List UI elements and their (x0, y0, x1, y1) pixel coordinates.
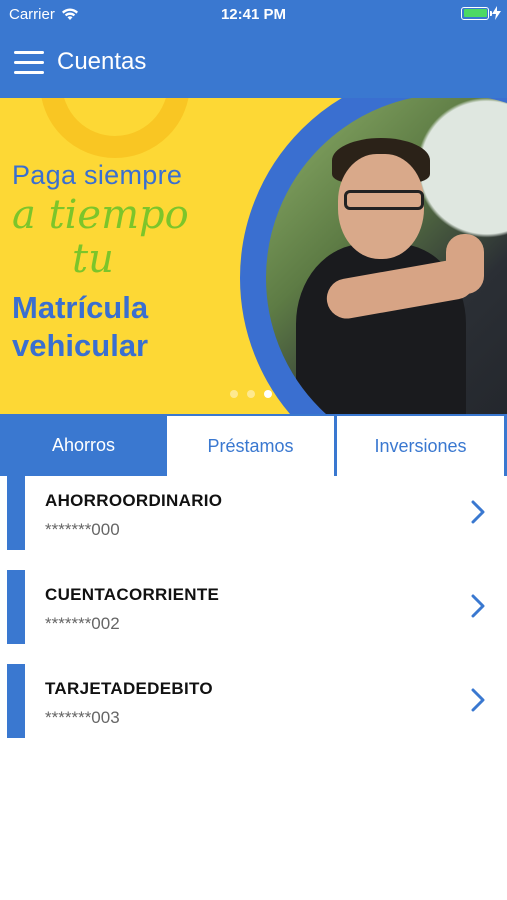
tab-ahorros[interactable]: Ahorros (0, 414, 167, 476)
banner-text: Paga siempre a tiempo tu Matrícula vehic… (12, 160, 222, 365)
carousel-dot-2[interactable] (247, 390, 255, 398)
account-number: *******000 (45, 520, 120, 539)
account-number: *******003 (45, 708, 120, 727)
carousel-dot-3[interactable] (264, 390, 272, 398)
navigation-bar: Cuentas (0, 30, 507, 98)
hamburger-menu-icon[interactable] (14, 51, 44, 75)
chevron-right-icon[interactable] (471, 688, 485, 712)
chevron-right-icon[interactable] (471, 594, 485, 618)
banner-line-1: Paga siempre (12, 160, 183, 190)
carousel-page-indicator[interactable] (230, 390, 272, 398)
status-bar: Carrier 12:41 PM (0, 0, 507, 30)
banner-line-2: a tiempo (12, 192, 189, 238)
list-item[interactable]: AHORROORDINARIO *******000 (0, 476, 507, 570)
battery-indicator (461, 6, 501, 20)
banner-line-5: vehicular (12, 328, 149, 363)
account-type-tabs: Ahorros Préstamos Inversiones (0, 414, 507, 476)
promo-banner-carousel[interactable]: Paga siempre a tiempo tu Matrícula vehic… (0, 98, 507, 414)
account-accent-bar (7, 476, 25, 550)
account-name: CUENTACORRIENTE (45, 585, 220, 604)
carousel-dot-1[interactable] (230, 390, 238, 398)
account-accent-bar (7, 664, 25, 738)
account-name: AHORROORDINARIO (45, 491, 223, 510)
banner-line-3: tu (72, 236, 114, 282)
list-item[interactable]: CUENTACORRIENTE *******002 (0, 570, 507, 664)
battery-icon (461, 6, 492, 20)
chevron-right-icon[interactable] (471, 500, 485, 524)
tab-prestamos[interactable]: Préstamos (167, 414, 337, 476)
banner-photo-driver (240, 98, 507, 414)
accounts-list: AHORROORDINARIO *******000 CUENTACORRIEN… (0, 476, 507, 758)
decorative-sun (40, 98, 190, 158)
clock: 12:41 PM (220, 6, 287, 23)
tab-inversiones[interactable]: Inversiones (337, 414, 507, 476)
account-number: *******002 (45, 614, 120, 633)
account-accent-bar (7, 570, 25, 644)
page-title: Cuentas (57, 48, 147, 75)
banner-line-4: Matrícula (12, 290, 149, 325)
account-name: TARJETADEDEBITO (45, 679, 213, 698)
charging-bolt-icon (492, 6, 501, 20)
list-item[interactable]: TARJETADEDEBITO *******003 (0, 664, 507, 758)
